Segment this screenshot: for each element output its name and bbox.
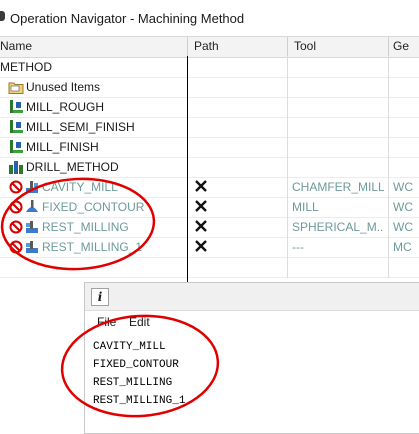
column-header-geometry[interactable]: Ge: [393, 39, 409, 53]
mill-method-icon: [10, 120, 23, 133]
row-geometry: WC: [393, 180, 413, 194]
row-geometry: WC: [393, 200, 413, 214]
navigator-icon: [0, 11, 5, 21]
mill-method-icon: [10, 100, 23, 113]
menu-file[interactable]: File: [97, 315, 116, 329]
tree-row-mill-semi-finish[interactable]: MILL_SEMI_FINISH: [0, 117, 419, 138]
row-tool: MILL: [292, 200, 319, 214]
no-entry-icon: [9, 220, 23, 234]
column-header-path[interactable]: Path: [194, 39, 219, 53]
tree-row-method[interactable]: METHOD: [0, 57, 419, 78]
no-entry-icon: [9, 180, 23, 194]
window-title: Operation Navigator - Machining Method: [10, 11, 245, 26]
row-name: DRILL_METHOD: [26, 160, 119, 174]
row-geometry: WC: [393, 220, 413, 234]
dialog-line: REST_MILLING_1: [93, 395, 186, 407]
row-name: REST_MILLING_1: [42, 240, 143, 254]
rest-milling-icon: [26, 221, 38, 233]
column-divider[interactable]: [287, 37, 288, 57]
column-divider[interactable]: [187, 37, 188, 57]
cavity-mill-icon: [26, 181, 38, 193]
row-name: CAVITY_MILL: [42, 180, 118, 194]
row-tool: SPHERICAL_M...: [292, 220, 384, 234]
information-dialog: i File Edit CAVITY_MILL FIXED_CONTOUR RE…: [84, 282, 419, 434]
dialog-line: CAVITY_MILL: [93, 341, 166, 353]
row-name: METHOD: [0, 60, 52, 74]
dialog-menubar: File Edit: [85, 311, 419, 333]
row-name: MILL_SEMI_FINISH: [26, 120, 135, 134]
column-divider[interactable]: [388, 37, 389, 57]
menu-edit[interactable]: Edit: [129, 315, 150, 329]
x-icon: [195, 180, 207, 192]
path-column-separator: [187, 56, 188, 286]
row-geometry: MC: [393, 240, 412, 254]
x-icon: [195, 240, 207, 252]
tree-row-empty: [0, 257, 419, 278]
column-header: Name Path Tool Ge: [0, 36, 419, 58]
tree-row-drill-method[interactable]: DRILL_METHOD: [0, 157, 419, 178]
row-tool: CHAMFER_MILL: [292, 180, 384, 194]
row-name: MILL_FINISH: [26, 140, 99, 154]
geometry-column-separator: [388, 56, 389, 278]
tree-row-rest-milling[interactable]: REST_MILLING SPHERICAL_M... WC: [0, 217, 419, 238]
dialog-titlebar[interactable]: i: [85, 283, 419, 311]
tree-row-cavity-mill[interactable]: CAVITY_MILL CHAMFER_MILL WC: [0, 177, 419, 198]
drill-method-icon: [9, 161, 23, 174]
mill-method-icon: [10, 140, 23, 153]
tree-row-mill-finish[interactable]: MILL_FINISH: [0, 137, 419, 158]
window-titlebar: Operation Navigator - Machining Method: [0, 0, 419, 36]
row-name: FIXED_CONTOUR: [42, 200, 145, 214]
tree-row-rest-milling-1[interactable]: REST_MILLING_1 --- MC: [0, 237, 419, 258]
row-tool: ---: [292, 240, 304, 254]
tree-row-unused-items[interactable]: Unused Items: [0, 77, 419, 98]
row-name: MILL_ROUGH: [26, 100, 105, 114]
dialog-line: FIXED_CONTOUR: [93, 359, 179, 371]
tree-row-fixed-contour[interactable]: FIXED_CONTOUR MILL WC: [0, 197, 419, 218]
tree-row-mill-rough[interactable]: MILL_ROUGH: [0, 97, 419, 118]
folder-icon: [8, 82, 24, 94]
x-icon: [195, 200, 207, 212]
row-name: REST_MILLING: [42, 220, 129, 234]
x-icon: [195, 220, 207, 232]
dialog-line: REST_MILLING: [93, 377, 173, 389]
no-entry-icon: [9, 200, 23, 214]
fixed-contour-icon: [26, 200, 38, 212]
column-header-tool[interactable]: Tool: [294, 39, 316, 53]
row-name: Unused Items: [26, 80, 101, 94]
no-entry-icon: [9, 240, 23, 254]
dialog-text-area[interactable]: CAVITY_MILL FIXED_CONTOUR REST_MILLING R…: [93, 338, 185, 410]
rest-milling-icon: [26, 241, 38, 253]
tool-column-separator: [287, 56, 288, 278]
column-header-name[interactable]: Name: [0, 39, 32, 53]
info-icon: i: [91, 288, 109, 306]
